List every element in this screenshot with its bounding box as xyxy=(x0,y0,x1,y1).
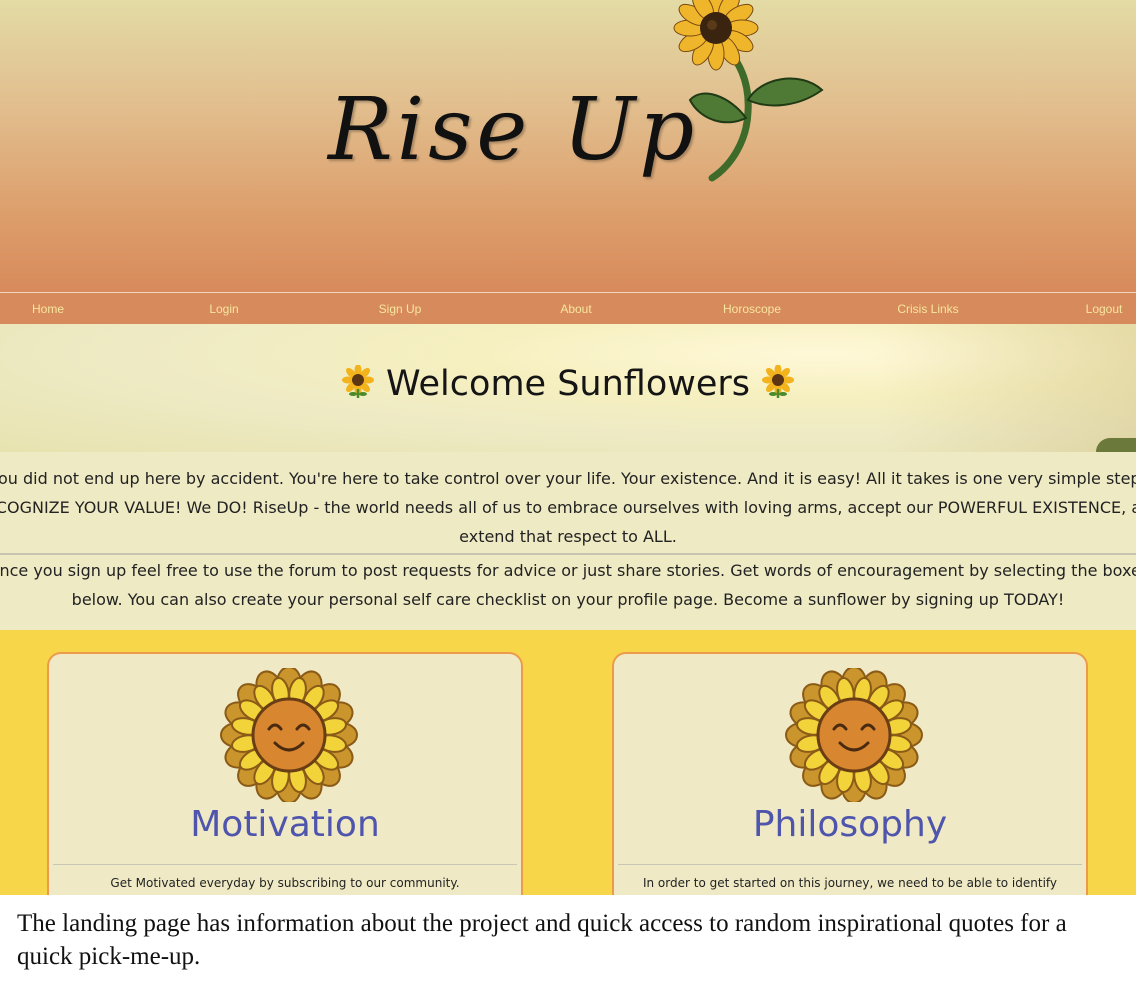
card-description: Get Motivated everyday by subscribing to… xyxy=(110,876,460,890)
welcome-heading-text: Welcome Sunflowers xyxy=(385,364,751,404)
nav-link-horoscope[interactable]: Horoscope xyxy=(723,293,781,325)
main-nav-bar: Home Login Sign Up About Horoscope Crisi… xyxy=(0,292,1136,324)
motivation-card[interactable]: Motivation Get Motivated everyday by sub… xyxy=(47,652,523,895)
card-divider xyxy=(618,864,1082,865)
intro-divider xyxy=(0,553,1136,555)
card-title: Philosophy xyxy=(752,804,948,845)
landing-page-screenshot: Rise Up Home Login Sign Up About Horosco… xyxy=(0,0,1136,895)
card-divider xyxy=(53,864,517,865)
banner-hill xyxy=(1096,438,1136,452)
sunflower-emoji-icon xyxy=(762,365,795,398)
intro-section: You did not end up here by accident. You… xyxy=(0,452,1136,630)
intro-paragraph-1: You did not end up here by accident. You… xyxy=(0,469,1136,546)
quote-cards-section: Motivation Get Motivated everyday by sub… xyxy=(0,630,1136,895)
card-description: In order to get started on this journey,… xyxy=(642,876,1058,890)
intro-paragraph-2: Once you sign up feel free to use the fo… xyxy=(0,561,1136,609)
philosophy-card[interactable]: Philosophy In order to get started on th… xyxy=(612,652,1088,895)
figure-caption: The landing page has information about t… xyxy=(17,910,1067,970)
smiling-sunflower-icon xyxy=(220,668,358,802)
site-header: Rise Up xyxy=(0,0,1136,292)
nav-link-crisis-links[interactable]: Crisis Links xyxy=(897,293,958,325)
welcome-banner: Welcome Sunflowers xyxy=(0,324,1136,452)
smiling-sunflower-icon xyxy=(785,668,923,802)
welcome-heading: Welcome Sunflowers xyxy=(0,364,1136,404)
nav-link-home[interactable]: Home xyxy=(32,293,64,325)
card-title: Motivation xyxy=(190,804,380,845)
nav-link-sign-up[interactable]: Sign Up xyxy=(379,293,422,325)
sunflower-emoji-icon xyxy=(341,365,374,398)
nav-link-login[interactable]: Login xyxy=(209,293,238,325)
nav-link-about[interactable]: About xyxy=(560,293,591,325)
nav-link-logout[interactable]: Logout xyxy=(1086,293,1123,325)
sunflower-logo-icon xyxy=(673,0,824,182)
